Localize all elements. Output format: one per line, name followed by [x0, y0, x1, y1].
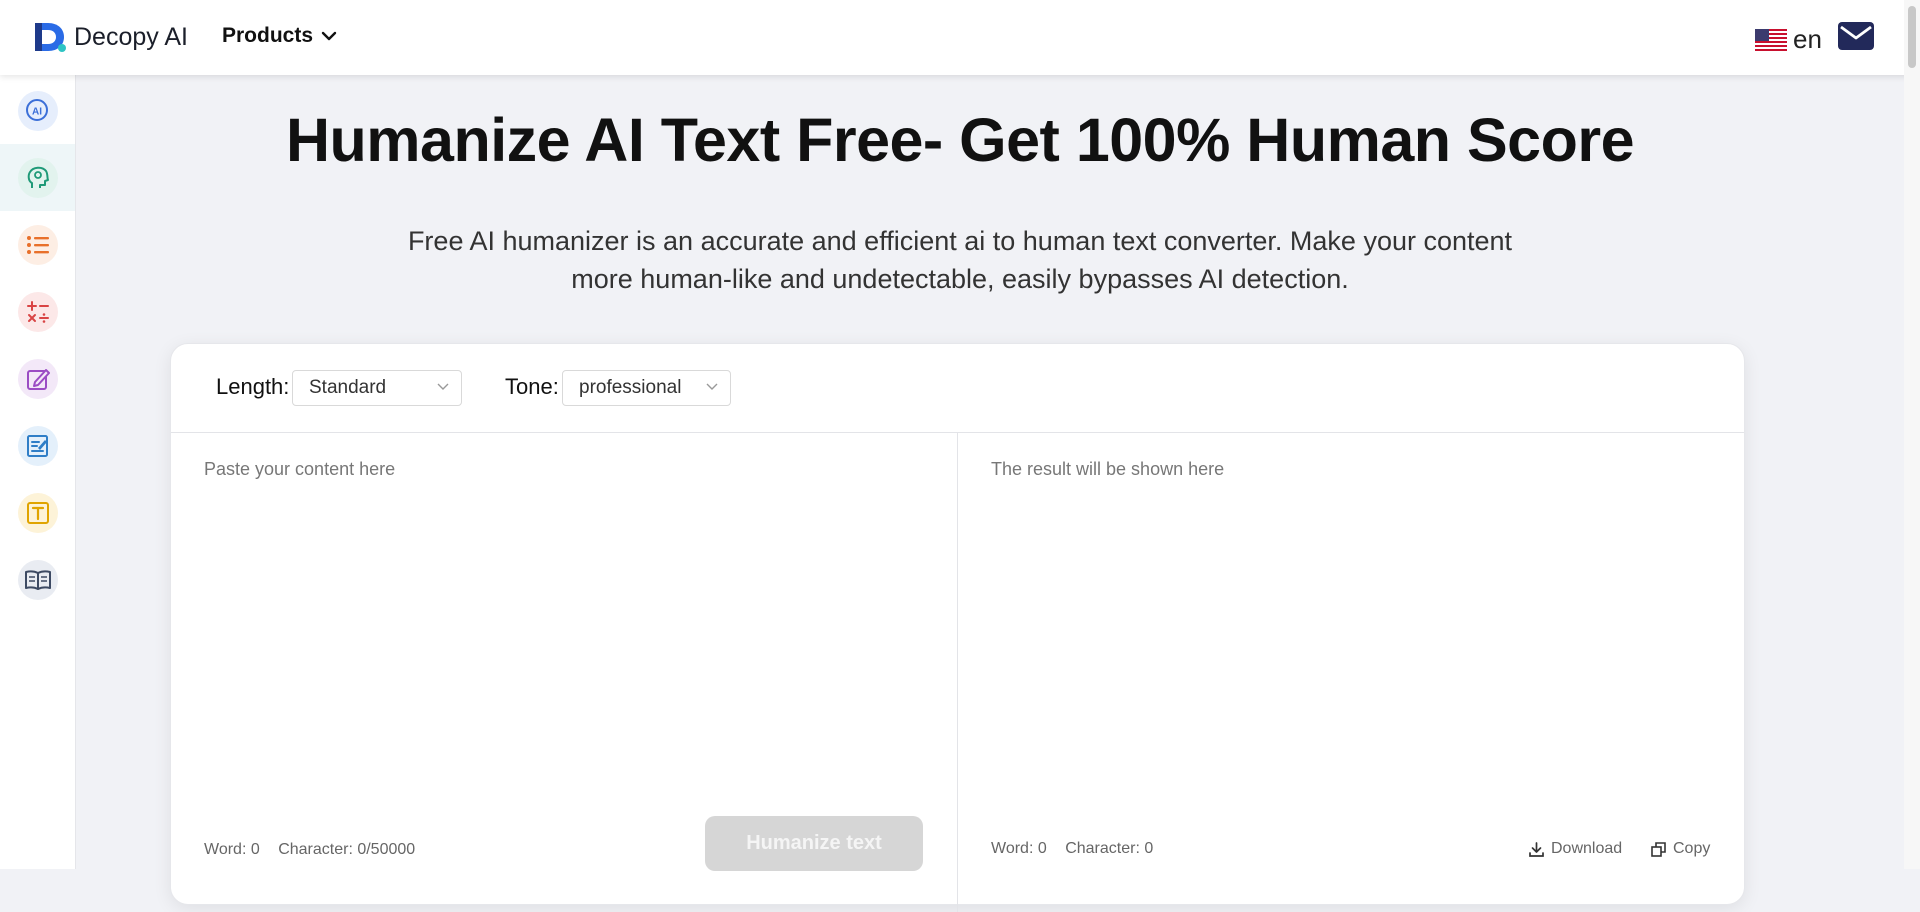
input-counts: Word: 0 Character: 0/50000	[204, 841, 429, 859]
length-label: Length:	[216, 374, 290, 399]
head-brain-icon	[17, 157, 58, 198]
sidebar-item-ai-detector[interactable]: AI	[0, 77, 75, 144]
ai-detect-icon: AI	[17, 90, 58, 131]
page-title: Humanize AI Text Free- Get 100% Human Sc…	[285, 106, 1635, 174]
sidebar-item-reader[interactable]	[0, 546, 75, 613]
logo[interactable]: Decopy AI	[32, 20, 188, 54]
input-placeholder: Paste your content here	[204, 459, 396, 479]
language-selector[interactable]: en	[1755, 24, 1822, 55]
output-placeholder: The result will be shown here	[991, 459, 1225, 479]
sidebar-item-text-tool[interactable]	[0, 479, 75, 546]
mail-icon[interactable]	[1837, 19, 1875, 53]
copy-icon	[1651, 841, 1666, 857]
copy-label: Copy	[1673, 840, 1711, 857]
tone-value: professional	[579, 377, 682, 398]
products-label: Products	[222, 24, 314, 47]
note-edit-icon	[17, 425, 58, 466]
chevron-down-icon	[437, 383, 449, 390]
sidebar-item-ai-humanizer[interactable]	[0, 144, 75, 211]
download-button[interactable]: Download	[1528, 840, 1622, 858]
humanizer-card: Length: Standard Tone: professional Past…	[170, 343, 1745, 912]
output-word-count: Word: 0	[991, 840, 1047, 857]
svg-text:AI: AI	[32, 106, 42, 117]
download-label: Download	[1551, 840, 1623, 857]
input-char-count: Character: 0/50000	[278, 841, 416, 858]
math-symbols-icon	[17, 291, 58, 332]
sidebar-item-writer[interactable]	[0, 345, 75, 412]
language-code: en	[1793, 24, 1822, 54]
sidebar-item-essay-checker[interactable]	[0, 412, 75, 479]
chevron-down-icon	[706, 383, 718, 390]
pane-divider	[957, 432, 958, 912]
text-box-icon	[17, 492, 58, 533]
humanize-button[interactable]: Humanize text	[705, 816, 923, 871]
length-select[interactable]: Standard	[292, 370, 462, 406]
list-icon	[17, 224, 58, 265]
tone-label: Tone:	[505, 374, 559, 399]
sidebar-item-list-tool[interactable]	[0, 211, 75, 278]
scrollbar-thumb[interactable]	[1908, 6, 1916, 68]
input-word-count: Word: 0	[204, 841, 260, 858]
page-scrollbar[interactable]	[1904, 0, 1920, 869]
logo-text: Decopy AI	[74, 22, 188, 51]
input-textarea[interactable]	[171, 433, 957, 813]
edit-icon	[17, 358, 58, 399]
output-counts: Word: 0 Character: 0	[991, 840, 1167, 858]
output-char-count: Character: 0	[1065, 840, 1154, 857]
book-icon	[17, 559, 58, 600]
tone-select[interactable]: professional	[562, 370, 731, 406]
copy-button[interactable]: Copy	[1650, 840, 1710, 858]
us-flag-icon	[1755, 28, 1787, 51]
products-menu[interactable]: Products	[222, 24, 337, 48]
chevron-down-icon	[321, 31, 337, 41]
decopy-logo-icon	[35, 23, 66, 52]
length-value: Standard	[309, 377, 387, 398]
options-toolbar: Length: Standard Tone: professional	[171, 344, 1744, 433]
sidebar: AI	[0, 75, 76, 869]
sidebar-item-math-solver[interactable]	[0, 278, 75, 345]
top-navbar: Decopy AI Products en	[0, 0, 1920, 75]
page-subtitle: Free AI humanizer is an accurate and eff…	[407, 226, 1513, 294]
download-icon	[1529, 841, 1544, 857]
